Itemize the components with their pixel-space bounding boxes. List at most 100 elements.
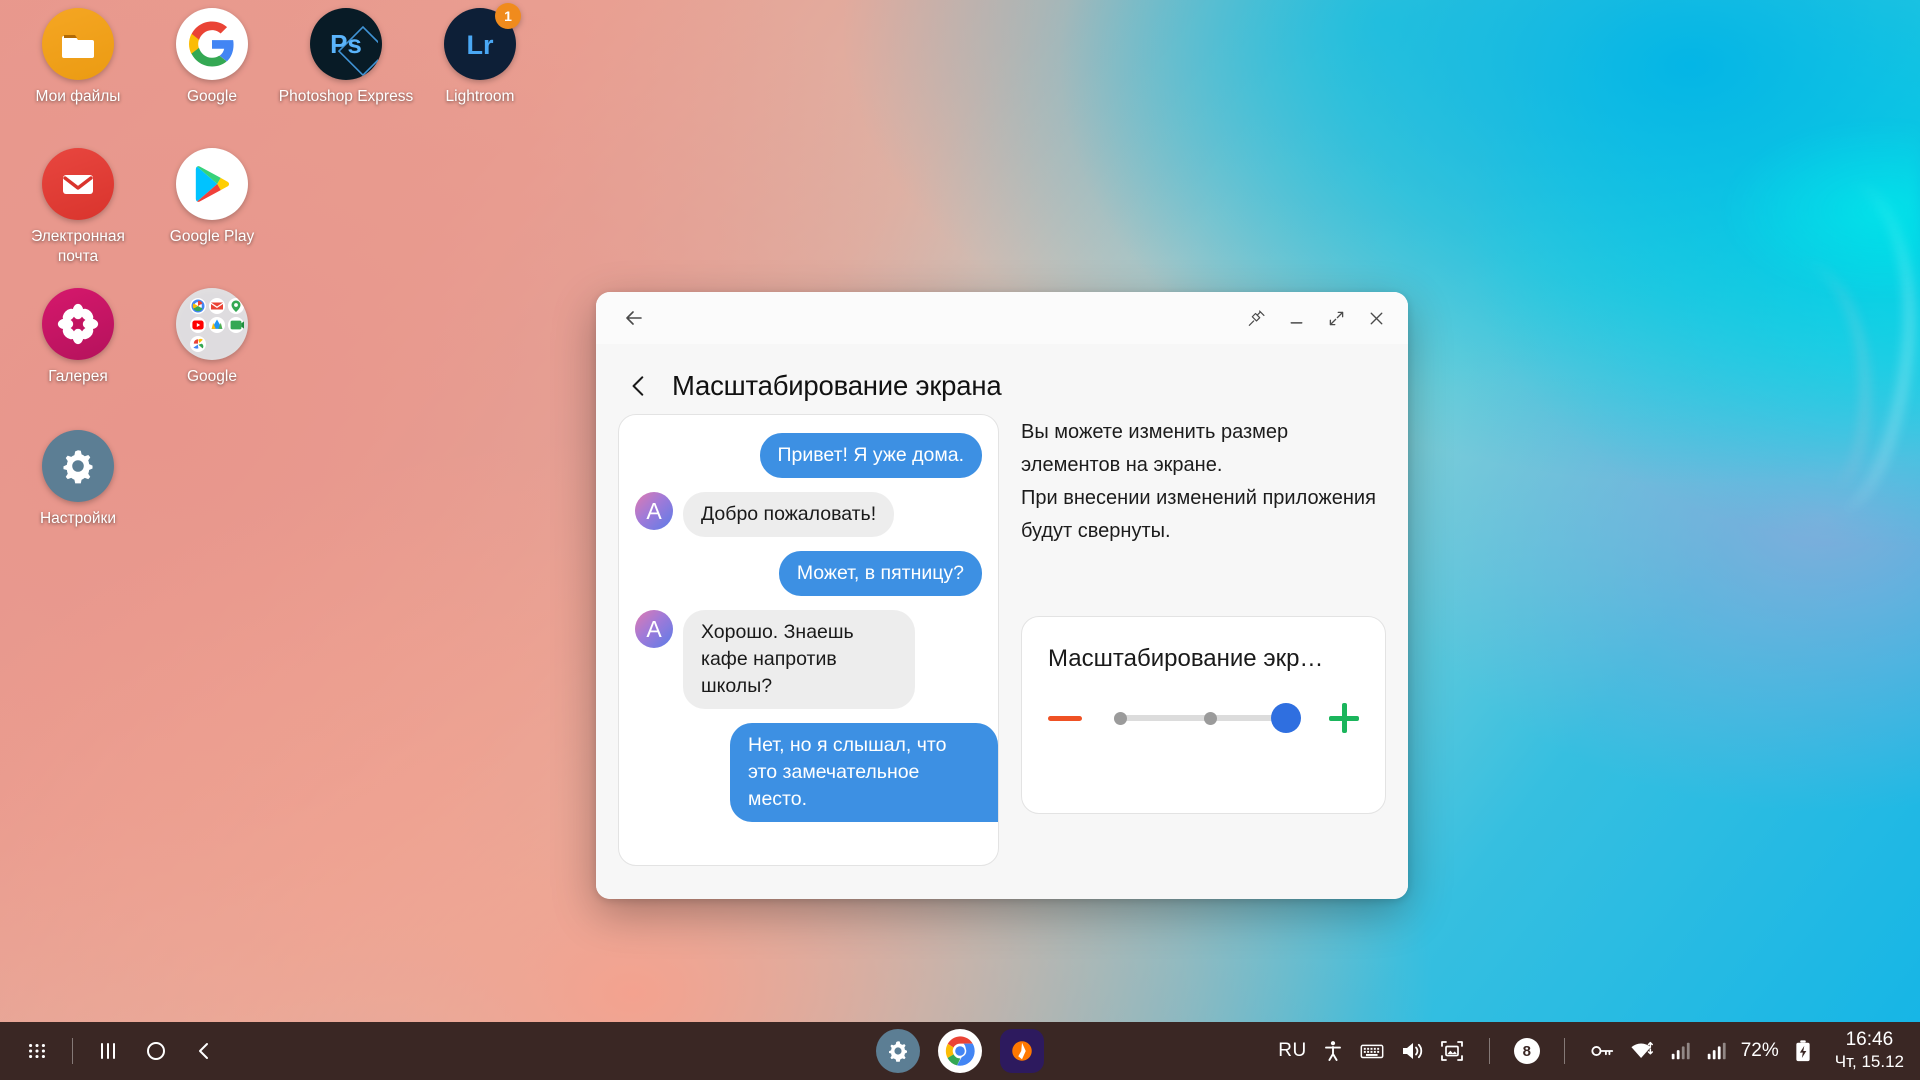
wifi-icon: [1631, 1041, 1653, 1058]
screen-zoom-control-card: Масштабирование экр…: [1021, 616, 1386, 814]
accessibility-icon: [1324, 1041, 1341, 1061]
lightroom-icon: Lr 1: [444, 3, 521, 80]
taskbar-app-settings[interactable]: [876, 1029, 920, 1073]
window-back-button[interactable]: [614, 298, 654, 338]
desktop-icon-label: Photoshop Express: [278, 88, 414, 105]
slider-thumb[interactable]: [1271, 703, 1301, 733]
chat-bubble-incoming: Добро пожаловать!: [683, 492, 895, 537]
svg-text:Lr: Lr: [467, 30, 494, 60]
clock[interactable]: 16:46 Чт, 15.12: [1835, 1029, 1904, 1073]
wallpaper-wisp: [1768, 257, 1874, 493]
maximize-window-button[interactable]: [1316, 298, 1356, 338]
screen-capture-button[interactable]: [1439, 1038, 1465, 1064]
right-column: Вы можете изменить размер элементов на э…: [1021, 414, 1386, 866]
desktop-icon-google[interactable]: Google: [144, 8, 280, 107]
signal-indicator-1[interactable]: [1669, 1040, 1691, 1062]
taskbar-divider: [1563, 1038, 1565, 1064]
keyboard-button[interactable]: [1359, 1038, 1385, 1064]
page-title: Масштабирование экрана: [672, 370, 1002, 401]
screen-capture-icon: [1440, 1041, 1463, 1061]
signal-indicator-2[interactable]: [1705, 1040, 1727, 1062]
photoshop-express-icon: Ps: [310, 8, 382, 80]
chat-message-row: Может, в пятницу?: [635, 551, 983, 596]
desktop-icon-label: Мои файлы: [35, 88, 121, 105]
page-header: Масштабирование экрана: [596, 344, 1408, 414]
chat-message-row: A Хорошо. Знаешь кафе напротив школы?: [635, 610, 982, 709]
arrow-left-icon: [626, 311, 642, 325]
home-button[interactable]: [133, 1028, 179, 1074]
desktop-icon-lightroom[interactable]: Lr 1 Lightroom: [412, 3, 548, 107]
desktop-icon-photoshop-express[interactable]: Ps Photoshop Express: [278, 8, 414, 107]
notification-count-badge[interactable]: 8: [1513, 1038, 1540, 1064]
desktop-icon-label: Настройки: [39, 510, 116, 527]
pin-window-button[interactable]: [1236, 298, 1276, 338]
settings-app-icon: [889, 1041, 907, 1062]
email-icon: [42, 148, 114, 220]
avatar: A: [635, 610, 673, 648]
pin-icon: [1248, 309, 1265, 326]
taskbar-divider: [1488, 1038, 1490, 1064]
window-body: Масштабирование экрана Привет! Я уже дом…: [596, 344, 1408, 899]
battery-indicator[interactable]: [1793, 1039, 1813, 1063]
taskbar-app-chrome[interactable]: [938, 1029, 982, 1073]
maximize-icon: [1329, 311, 1343, 325]
volume-button[interactable]: [1399, 1038, 1425, 1064]
recents-icon: [101, 1043, 115, 1059]
svg-text:Ps: Ps: [330, 29, 362, 59]
desktop-icon-google-play[interactable]: Google Play: [144, 148, 280, 247]
avast-icon: [1012, 1041, 1032, 1061]
google-folder-icon: [176, 288, 248, 360]
content-area: Привет! Я уже дома. A Добро пожаловать! …: [596, 414, 1408, 866]
desktop-icon-label: Google Play: [169, 228, 255, 245]
language-indicator[interactable]: RU: [1278, 1040, 1306, 1062]
battery-charging-icon: [1796, 1040, 1810, 1062]
taskbar: RU 8 72% 16:46 Чт, 15.12: [0, 1022, 1920, 1080]
taskbar-app-avast[interactable]: [1000, 1029, 1044, 1073]
taskbar-navigation: [0, 1028, 227, 1074]
minimize-window-button[interactable]: [1276, 298, 1316, 338]
zoom-slider[interactable]: [1114, 703, 1301, 733]
slider-tick: [1203, 711, 1217, 725]
clock-time: 16:46: [1845, 1029, 1894, 1050]
chat-bubble-outgoing: Нет, но я слышал, что это замечательное …: [730, 723, 999, 822]
apps-grid-button[interactable]: [14, 1028, 60, 1074]
my-files-icon: [42, 8, 114, 80]
clock-date: Чт, 15.12: [1834, 1052, 1904, 1071]
chat-message-row: A Добро пожаловать!: [635, 492, 982, 537]
desktop-icon-label: Lightroom: [445, 88, 515, 105]
vpn-indicator[interactable]: [1589, 1038, 1615, 1064]
battery-percent-label: 72%: [1740, 1040, 1779, 1061]
desktop-icon-email[interactable]: Электронная почта: [10, 148, 146, 267]
close-window-button[interactable]: [1356, 298, 1396, 338]
recents-button[interactable]: [85, 1028, 131, 1074]
vpn-key-icon: [1591, 1045, 1613, 1057]
close-icon: [1370, 312, 1382, 324]
minimize-icon: [1290, 321, 1302, 324]
wifi-indicator[interactable]: [1629, 1038, 1655, 1064]
page-back-button[interactable]: [622, 369, 656, 403]
desktop-icon-settings[interactable]: Настройки: [10, 430, 146, 529]
keyboard-icon: [1360, 1044, 1384, 1059]
slider-tick: [1114, 711, 1128, 725]
window-controls: [1236, 298, 1396, 338]
settings-icon: [42, 430, 114, 502]
desktop-icon-label: Электронная почта: [31, 228, 125, 265]
desktop-icon-my-files[interactable]: Мои файлы: [10, 8, 146, 107]
window-titlebar: [596, 292, 1408, 344]
decrease-zoom-button[interactable]: [1048, 715, 1083, 721]
chat-bubble-incoming: Хорошо. Знаешь кафе напротив школы?: [683, 610, 915, 709]
description-text: Вы можете изменить размер элементов на э…: [1021, 421, 1376, 542]
increase-zoom-button[interactable]: [1329, 703, 1359, 733]
chat-message-row: Привет! Я уже дома.: [635, 433, 983, 478]
signal-bars-icon: [1707, 1042, 1726, 1060]
scale-card-title: Масштабирование экр…: [1048, 645, 1324, 672]
desktop-icon-gallery[interactable]: Галерея: [10, 288, 146, 387]
back-button[interactable]: [181, 1028, 227, 1074]
notification-badge: 1: [495, 3, 521, 29]
home-icon: [147, 1042, 165, 1060]
desktop-folder-google[interactable]: Google: [144, 288, 280, 387]
wallpaper-wisp: [1753, 173, 1920, 517]
chat-bubble-outgoing: Может, в пятницу?: [778, 551, 983, 596]
back-icon: [199, 1043, 208, 1059]
accessibility-button[interactable]: [1321, 1039, 1345, 1063]
